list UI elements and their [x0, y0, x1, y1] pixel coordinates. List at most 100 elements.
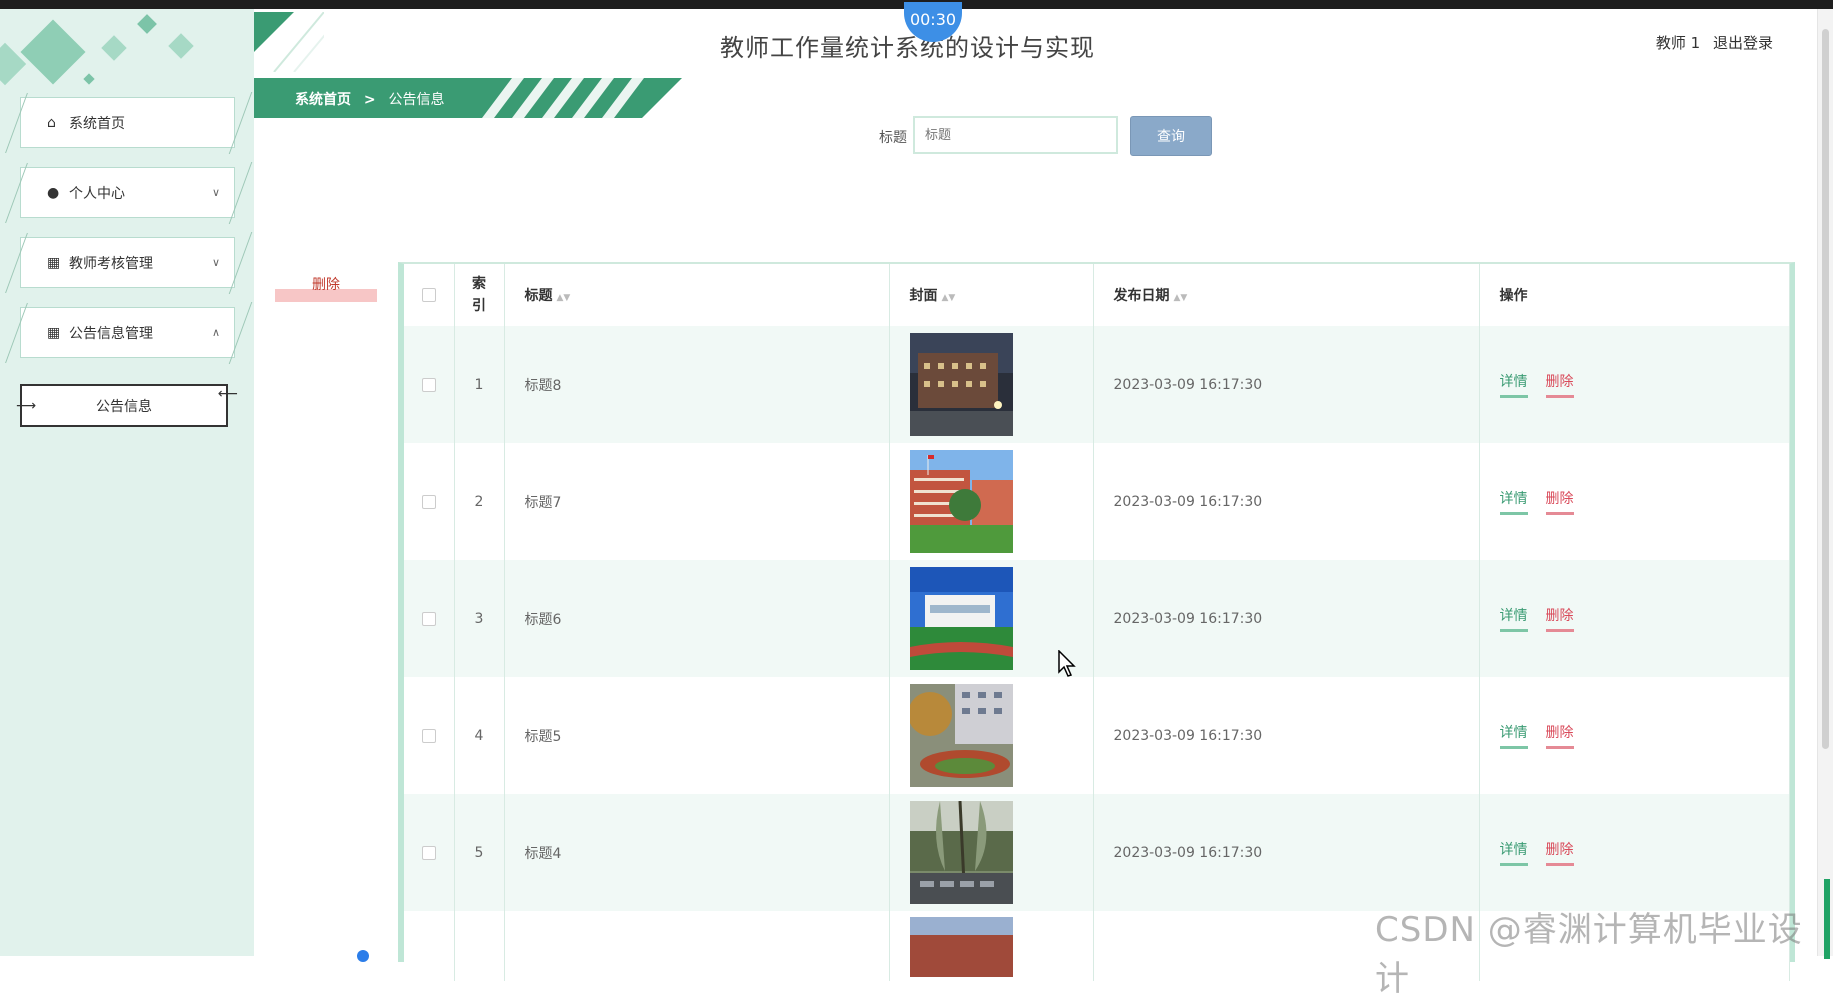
delete-button[interactable]: 删除 [1545, 839, 1574, 866]
row-cover-cell [889, 677, 1094, 794]
select-all-checkbox[interactable] [421, 288, 436, 302]
sidebar-item-label: 教师考核管理 [69, 255, 153, 272]
cover-image [909, 801, 1013, 904]
user-icon: ● [47, 184, 60, 201]
row-checkbox[interactable] [421, 377, 436, 392]
scroll-indicator [357, 950, 369, 962]
sidebar-item-home[interactable]: ⌂ 系统首页 [20, 97, 235, 148]
chevron-down-icon: ∨ [211, 256, 220, 269]
sidebar-item-label: 系统首页 [69, 115, 125, 132]
cover-image [909, 450, 1013, 553]
row-cover-cell [889, 326, 1094, 443]
row-select-cell [404, 443, 455, 560]
row-index: 1 [454, 326, 505, 443]
column-header-index-label: 索引 [472, 276, 486, 314]
table-row: 5 标题4 2023-03-09 16:17:30 详情 删除 [404, 794, 1790, 911]
cover-image [909, 567, 1013, 670]
detail-button[interactable]: 详情 [1499, 371, 1528, 398]
column-header-title[interactable]: 标题 ▲▼ [504, 264, 890, 326]
table-header-row: 索引 标题 ▲▼ 封面 ▲▼ 发布日期 ▲▼ 操作 [404, 264, 1790, 326]
logout-link[interactable]: 退出登录 [1713, 34, 1773, 52]
query-button[interactable]: 查询 [1130, 116, 1212, 156]
decor-shape [20, 19, 86, 85]
scrollbar[interactable] [1817, 9, 1833, 959]
row-index: 5 [454, 794, 505, 911]
row-title: 标题5 [504, 677, 890, 794]
breadcrumb-separator: > [363, 92, 376, 108]
row-checkbox[interactable] [421, 611, 436, 626]
column-header-cover-label: 封面 [909, 288, 938, 304]
row-select-cell [404, 677, 455, 794]
column-header-ops-label: 操作 [1499, 288, 1528, 304]
scrollbar-thumb[interactable] [1822, 29, 1829, 749]
row-select-cell [404, 911, 455, 981]
row-select-cell [404, 794, 455, 911]
row-date: 2023-03-09 16:17:30 [1093, 560, 1480, 677]
row-index-empty [454, 911, 505, 981]
row-title: 标题7 [504, 443, 890, 560]
table-row: 1 标题8 2023-03-09 16:17:30 详情 删除 [404, 326, 1790, 443]
row-date: 2023-03-09 16:17:30 [1093, 443, 1480, 560]
row-index: 3 [454, 560, 505, 677]
delete-button[interactable]: 删除 [1545, 722, 1574, 749]
search-label: 标题 [879, 130, 907, 146]
column-header-date[interactable]: 发布日期 ▲▼ [1093, 264, 1480, 326]
detail-button[interactable]: 详情 [1499, 839, 1528, 866]
row-index: 4 [454, 677, 505, 794]
breadcrumb-current: 公告信息 [388, 92, 445, 108]
row-cover-cell [889, 911, 1094, 981]
delete-button[interactable]: 删除 [1545, 605, 1574, 632]
detail-button[interactable]: 详情 [1499, 722, 1528, 749]
row-index: 2 [454, 443, 505, 560]
cover-image [909, 917, 1013, 977]
home-icon: ⌂ [47, 114, 56, 131]
row-ops: 详情 删除 [1479, 794, 1790, 911]
row-checkbox[interactable] [421, 728, 436, 743]
sidebar-item-personal-center[interactable]: ● 个人中心 ∨ [20, 167, 235, 218]
search-input[interactable] [913, 116, 1118, 154]
batch-delete-label: 删除 [312, 277, 340, 293]
sidebar-item-teacher-assessment[interactable]: ▦ 教师考核管理 ∨ [20, 237, 235, 288]
row-ops: 详情 删除 [1479, 326, 1790, 443]
sort-icon[interactable]: ▲▼ [1174, 293, 1188, 303]
decor-shape [101, 35, 127, 61]
row-checkbox[interactable] [421, 494, 436, 509]
delete-button[interactable]: 删除 [1545, 371, 1574, 398]
sidebar-item-notice-management[interactable]: ▦ 公告信息管理 ∧ [20, 307, 235, 358]
row-date: 2023-03-09 16:17:30 [1093, 677, 1480, 794]
row-date: 2023-03-09 16:17:30 [1093, 326, 1480, 443]
header-decoration [254, 12, 324, 72]
delete-button[interactable]: 删除 [1545, 488, 1574, 515]
cover-image [909, 684, 1013, 787]
batch-delete-button[interactable]: 删除 [275, 270, 377, 302]
column-header-cover[interactable]: 封面 ▲▼ [889, 264, 1094, 326]
mouse-cursor-icon [1058, 650, 1076, 677]
table-row: 4 标题5 2023-03-09 16:17:30 详情 删除 [404, 677, 1790, 794]
row-ops: 详情 删除 [1479, 443, 1790, 560]
breadcrumb-home[interactable]: 系统首页 [295, 92, 351, 108]
sidebar: ⌂ 系统首页 ● 个人中心 ∨ ▦ 教师考核管理 ∨ ▦ 公告信息管理 ∧ ⟶ … [0, 9, 254, 956]
sort-icon[interactable]: ▲▼ [557, 293, 571, 303]
column-header-date-label: 发布日期 [1113, 288, 1170, 304]
sort-icon[interactable]: ▲▼ [942, 293, 956, 303]
table-row: 3 标题6 2023-03-09 16:17:30 详情 删除 [404, 560, 1790, 677]
decor-shape [168, 33, 194, 59]
arrow-right-icon: ⟶ [16, 398, 36, 414]
side-indicator [1824, 879, 1830, 959]
detail-button[interactable]: 详情 [1499, 488, 1528, 515]
column-header-index: 索引 [454, 264, 505, 326]
arrow-left-icon: ⟵ [217, 386, 238, 402]
submenu-item-notice[interactable]: ⟶ 公告信息 ⟵ [16, 384, 238, 427]
row-title: 标题4 [504, 794, 890, 911]
decor-shape [137, 14, 157, 34]
row-checkbox[interactable] [421, 845, 436, 860]
row-date: 2023-03-09 16:17:30 [1093, 794, 1480, 911]
chevron-up-icon: ∧ [211, 326, 220, 339]
sidebar-item-label: 公告信息管理 [69, 325, 153, 342]
row-cover-cell [889, 443, 1094, 560]
column-header-ops: 操作 [1479, 264, 1790, 326]
page-title: 教师工作量统计系统的设计与实现 [720, 34, 1095, 62]
detail-button[interactable]: 详情 [1499, 605, 1528, 632]
breadcrumb: 系统首页 > 公告信息 [295, 89, 444, 109]
user-name: 教师 1 [1655, 34, 1701, 52]
